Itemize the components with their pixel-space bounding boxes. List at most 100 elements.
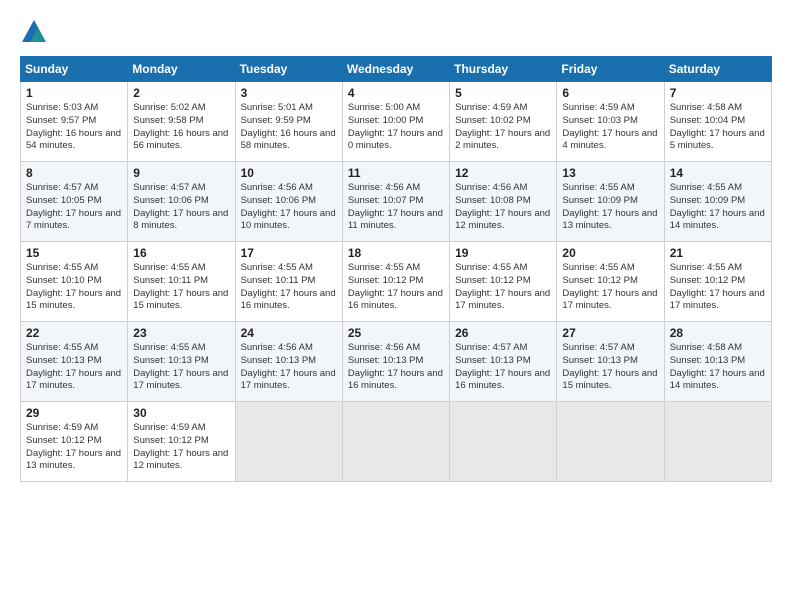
sunset: Sunset: 10:12 PM — [133, 435, 209, 446]
col-header-friday: Friday — [557, 57, 664, 82]
sunset: Sunset: 10:13 PM — [670, 355, 746, 366]
daylight: Daylight: 17 hours and 17 minutes. — [26, 368, 121, 392]
calendar-cell: 13Sunrise: 4:55 AMSunset: 10:09 PMDaylig… — [557, 162, 664, 242]
sunrise: Sunrise: 4:57 AM — [26, 182, 98, 193]
sunset: Sunset: 10:07 PM — [348, 195, 424, 206]
day-number: 3 — [241, 86, 338, 100]
cell-content: Sunrise: 4:57 AMSunset: 10:13 PMDaylight… — [562, 342, 659, 393]
calendar-cell: 16Sunrise: 4:55 AMSunset: 10:11 PMDaylig… — [128, 242, 235, 322]
calendar-cell — [450, 402, 557, 482]
sunrise: Sunrise: 4:56 AM — [348, 342, 420, 353]
day-number: 25 — [348, 326, 445, 340]
cell-content: Sunrise: 4:55 AMSunset: 10:13 PMDaylight… — [133, 342, 230, 393]
cell-content: Sunrise: 4:57 AMSunset: 10:13 PMDaylight… — [455, 342, 552, 393]
sunrise: Sunrise: 4:55 AM — [133, 262, 205, 273]
cell-content: Sunrise: 4:57 AMSunset: 10:05 PMDaylight… — [26, 182, 123, 233]
column-header-row: SundayMondayTuesdayWednesdayThursdayFrid… — [21, 57, 772, 82]
calendar-cell: 27 Sunrise: 4:57 AMSunset: 10:13 PMDaylig… — [557, 322, 664, 402]
sunrise: Sunrise: 4:59 AM — [455, 102, 527, 113]
sunset: Sunset: 9:57 PM — [26, 115, 96, 126]
daylight: Daylight: 17 hours and 11 minutes. — [348, 208, 443, 232]
sunset: Sunset: 9:59 PM — [241, 115, 311, 126]
sunrise: Sunrise: 4:56 AM — [348, 182, 420, 193]
cell-content: Sunrise: 4:55 AMSunset: 10:12 PMDaylight… — [455, 262, 552, 313]
sunset: Sunset: 10:06 PM — [133, 195, 209, 206]
daylight: Daylight: 17 hours and 17 minutes. — [455, 288, 550, 312]
header — [20, 18, 772, 46]
sunset: Sunset: 10:13 PM — [562, 355, 638, 366]
sunrise: Sunrise: 4:55 AM — [562, 262, 634, 273]
calendar-table: SundayMondayTuesdayWednesdayThursdayFrid… — [20, 56, 772, 482]
day-number: 27 — [562, 326, 659, 340]
calendar-cell: 10Sunrise: 4:56 AMSunset: 10:06 PMDaylig… — [235, 162, 342, 242]
daylight: Daylight: 17 hours and 15 minutes. — [133, 288, 228, 312]
sunset: Sunset: 10:09 PM — [562, 195, 638, 206]
cell-content: Sunrise: 4:55 AMSunset: 10:09 PMDaylight… — [670, 182, 767, 233]
col-header-thursday: Thursday — [450, 57, 557, 82]
day-number: 14 — [670, 166, 767, 180]
sunset: Sunset: 10:13 PM — [455, 355, 531, 366]
cell-content: Sunrise: 4:59 AMSunset: 10:03 PMDaylight… — [562, 102, 659, 153]
calendar-cell — [342, 402, 449, 482]
sunset: Sunset: 10:12 PM — [26, 435, 102, 446]
cell-content: Sunrise: 4:56 AMSunset: 10:06 PMDaylight… — [241, 182, 338, 233]
calendar-cell: 11Sunrise: 4:56 AMSunset: 10:07 PMDaylig… — [342, 162, 449, 242]
sunset: Sunset: 10:12 PM — [348, 275, 424, 286]
sunset: Sunset: 9:58 PM — [133, 115, 203, 126]
calendar-cell: 3 Sunrise: 5:01 AMSunset: 9:59 PMDaylight… — [235, 82, 342, 162]
col-header-sunday: Sunday — [21, 57, 128, 82]
day-number: 26 — [455, 326, 552, 340]
cell-content: Sunrise: 4:58 AMSunset: 10:13 PMDaylight… — [670, 342, 767, 393]
calendar-cell — [557, 402, 664, 482]
daylight: Daylight: 17 hours and 5 minutes. — [670, 128, 765, 152]
day-number: 2 — [133, 86, 230, 100]
logo-icon — [20, 18, 48, 46]
calendar-cell: 20Sunrise: 4:55 AMSunset: 10:12 PMDaylig… — [557, 242, 664, 322]
day-number: 8 — [26, 166, 123, 180]
cell-content: Sunrise: 5:00 AMSunset: 10:00 PMDaylight… — [348, 102, 445, 153]
calendar-cell: 6Sunrise: 4:59 AMSunset: 10:03 PMDayligh… — [557, 82, 664, 162]
day-number: 23 — [133, 326, 230, 340]
daylight: Daylight: 17 hours and 17 minutes. — [241, 368, 336, 392]
sunset: Sunset: 10:12 PM — [670, 275, 746, 286]
calendar-cell: 15Sunrise: 4:55 AMSunset: 10:10 PMDaylig… — [21, 242, 128, 322]
calendar-cell: 7Sunrise: 4:58 AMSunset: 10:04 PMDayligh… — [664, 82, 771, 162]
calendar-cell: 24Sunrise: 4:56 AMSunset: 10:13 PMDaylig… — [235, 322, 342, 402]
daylight: Daylight: 17 hours and 10 minutes. — [241, 208, 336, 232]
sunrise: Sunrise: 4:55 AM — [133, 342, 205, 353]
calendar-cell: 9Sunrise: 4:57 AMSunset: 10:06 PMDayligh… — [128, 162, 235, 242]
day-number: 17 — [241, 246, 338, 260]
sunset: Sunset: 10:05 PM — [26, 195, 102, 206]
calendar-cell: 26Sunrise: 4:57 AMSunset: 10:13 PMDaylig… — [450, 322, 557, 402]
sunrise: Sunrise: 5:02 AM — [133, 102, 205, 113]
daylight: Daylight: 17 hours and 16 minutes. — [348, 368, 443, 392]
sunrise: Sunrise: 4:55 AM — [455, 262, 527, 273]
col-header-wednesday: Wednesday — [342, 57, 449, 82]
sunrise: Sunrise: 4:55 AM — [670, 182, 742, 193]
daylight: Daylight: 17 hours and 12 minutes. — [455, 208, 550, 232]
sunset: Sunset: 10:13 PM — [241, 355, 317, 366]
daylight: Daylight: 17 hours and 17 minutes. — [562, 288, 657, 312]
cell-content: Sunrise: 4:59 AMSunset: 10:12 PMDaylight… — [26, 422, 123, 473]
cell-content: Sunrise: 5:01 AMSunset: 9:59 PMDaylight:… — [241, 102, 338, 153]
sunset: Sunset: 10:02 PM — [455, 115, 531, 126]
daylight: Daylight: 16 hours and 54 minutes. — [26, 128, 121, 152]
sunrise: Sunrise: 4:57 AM — [455, 342, 527, 353]
cell-content: Sunrise: 4:59 AM Sunset: 10:02 PM Daylight… — [455, 102, 552, 153]
day-number: 18 — [348, 246, 445, 260]
daylight: Daylight: 16 hours and 56 minutes. — [133, 128, 228, 152]
day-number: 30 — [133, 406, 230, 420]
cell-content: Sunrise: 4:57 AMSunset: 10:06 PMDaylight… — [133, 182, 230, 233]
sunrise: Sunrise: 4:56 AM — [241, 182, 313, 193]
page: SundayMondayTuesdayWednesdayThursdayFrid… — [0, 0, 792, 612]
day-number: 5 — [455, 86, 552, 100]
calendar-cell: 29Sunrise: 4:59 AMSunset: 10:12 PMDaylig… — [21, 402, 128, 482]
sunrise: Sunrise: 4:55 AM — [26, 342, 98, 353]
daylight: Daylight: 17 hours and 2 minutes. — [455, 128, 550, 152]
daylight: Daylight: 17 hours and 17 minutes. — [133, 368, 228, 392]
calendar-cell: 12Sunrise: 4:56 AMSunset: 10:08 PMDaylig… — [450, 162, 557, 242]
day-number: 1 — [26, 86, 123, 100]
calendar-cell: 23 Sunrise: 4:55 AMSunset: 10:13 PMDaylig… — [128, 322, 235, 402]
cell-content: Sunrise: 4:55 AMSunset: 10:13 PMDaylight… — [26, 342, 123, 393]
sunrise: Sunrise: 4:58 AM — [670, 102, 742, 113]
